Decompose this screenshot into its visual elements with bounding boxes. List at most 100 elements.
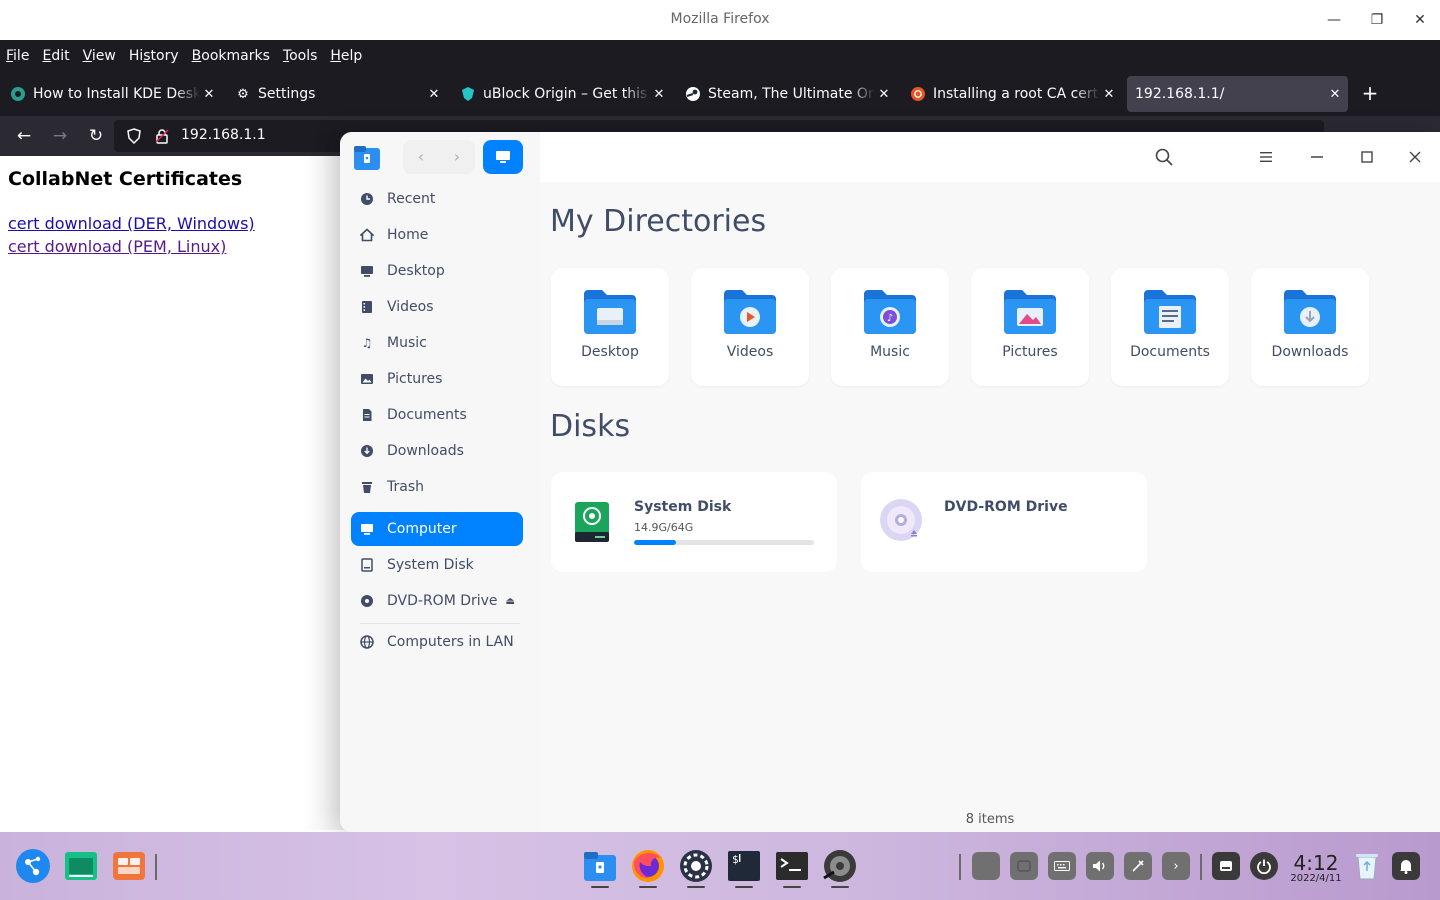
keyboard-icon[interactable] bbox=[1048, 852, 1076, 880]
firefox-titlebar: Mozilla Firefox — ❐ ✕ bbox=[0, 0, 1440, 40]
directory-downloads[interactable]: Downloads bbox=[1251, 268, 1369, 386]
minimize-icon[interactable]: — bbox=[1322, 8, 1346, 32]
section-title-disks: Disks bbox=[550, 409, 631, 444]
sidebar-item-dvd-rom[interactable]: DVD-ROM Drive ⏏ bbox=[351, 584, 523, 618]
console-taskbar-icon[interactable] bbox=[774, 848, 810, 884]
sidebar-item-computer[interactable]: Computer bbox=[351, 512, 523, 546]
tab-close-icon[interactable]: ✕ bbox=[200, 87, 218, 102]
directory-desktop[interactable]: Desktop bbox=[551, 268, 669, 386]
running-indicator bbox=[591, 886, 609, 888]
menu-edit[interactable]: Edit bbox=[42, 48, 69, 64]
disk-card-system[interactable]: System Disk 14.9G/64G bbox=[551, 472, 837, 572]
directory-pictures[interactable]: Pictures bbox=[971, 268, 1089, 386]
directory-videos[interactable]: Videos bbox=[691, 268, 809, 386]
trash-icon bbox=[359, 479, 375, 495]
url-text[interactable]: 192.168.1.1 bbox=[181, 127, 266, 143]
back-icon[interactable]: ← bbox=[12, 124, 36, 148]
restore-icon[interactable]: ❐ bbox=[1365, 8, 1389, 32]
disk-usage-bar bbox=[634, 540, 814, 545]
directory-music[interactable]: ♪ Music bbox=[831, 268, 949, 386]
tab-steam[interactable]: Steam, The Ultimate Online Game Platform… bbox=[675, 76, 897, 112]
clock-time[interactable]: 4:12 bbox=[1290, 851, 1342, 875]
running-indicator bbox=[783, 886, 801, 888]
bell-icon[interactable] bbox=[1392, 852, 1420, 880]
firefox-taskbar-icon[interactable] bbox=[630, 848, 666, 884]
download-icon bbox=[359, 443, 375, 459]
reload-icon[interactable]: ↻ bbox=[84, 124, 108, 148]
close-icon[interactable]: ✕ bbox=[1408, 8, 1432, 32]
file-manager-taskbar-icon[interactable] bbox=[582, 848, 618, 884]
fm-minimize-icon[interactable] bbox=[1305, 145, 1329, 169]
menu-view[interactable]: View bbox=[83, 48, 116, 64]
volume-icon[interactable] bbox=[1086, 852, 1114, 880]
menu-history[interactable]: History bbox=[129, 48, 179, 64]
pictures-folder-icon bbox=[1004, 290, 1056, 334]
music-icon: ♫ bbox=[361, 336, 373, 350]
tab-close-icon[interactable]: ✕ bbox=[1100, 87, 1118, 102]
tab-close-icon[interactable]: ✕ bbox=[1326, 87, 1344, 102]
menu-bookmarks[interactable]: Bookmarks bbox=[192, 48, 270, 64]
menu-tools[interactable]: Tools bbox=[283, 48, 318, 64]
screenshot-tool-icon[interactable] bbox=[1124, 852, 1152, 880]
cert-der-link[interactable]: cert download (DER, Windows) bbox=[8, 214, 255, 233]
settings-taskbar-icon[interactable] bbox=[678, 848, 714, 884]
sidebar-item-home[interactable]: Home bbox=[351, 218, 523, 252]
expand-tray-icon[interactable]: › bbox=[1162, 852, 1190, 880]
computer-view-button[interactable] bbox=[483, 140, 523, 174]
directory-documents[interactable]: Documents bbox=[1111, 268, 1229, 386]
menu-help[interactable]: Help bbox=[330, 48, 362, 64]
clock-date[interactable]: 2022/4/11 bbox=[1288, 873, 1344, 884]
tab-strip: How to Install KDE Desktop ✕ ⚙ Settings … bbox=[0, 72, 1440, 116]
tab-settings[interactable]: ⚙ Settings ✕ bbox=[225, 76, 447, 112]
ublock-icon bbox=[460, 86, 476, 102]
search-icon[interactable] bbox=[1152, 145, 1176, 169]
power-icon[interactable] bbox=[1250, 852, 1278, 880]
tab-kde[interactable]: How to Install KDE Desktop ✕ bbox=[0, 76, 222, 112]
lock-insecure-icon[interactable] bbox=[154, 128, 170, 144]
tab-ublock[interactable]: uBlock Origin – Get this Extension ✕ bbox=[450, 76, 672, 112]
tab-router[interactable]: 192.168.1.1/ ✕ bbox=[1127, 76, 1348, 112]
disk-card-dvd[interactable]: DVD-ROM Drive bbox=[861, 472, 1147, 572]
video-icon bbox=[359, 299, 375, 315]
launcher-icon[interactable] bbox=[15, 848, 51, 884]
sidebar-item-desktop[interactable]: Desktop bbox=[351, 254, 523, 288]
sidebar-item-videos[interactable]: Videos bbox=[351, 290, 523, 324]
tab-close-icon[interactable]: ✕ bbox=[425, 87, 443, 102]
picture-icon bbox=[359, 371, 375, 387]
taskbar-divider bbox=[959, 854, 961, 880]
network-icon bbox=[359, 634, 375, 650]
sidebar-item-trash[interactable]: Trash bbox=[351, 470, 523, 504]
disk-utility-taskbar-icon[interactable] bbox=[822, 848, 858, 884]
trash-taskbar-icon[interactable] bbox=[1352, 848, 1382, 884]
fm-header bbox=[540, 132, 1440, 182]
menu-icon[interactable] bbox=[1254, 145, 1278, 169]
notification-center-icon[interactable] bbox=[1212, 852, 1240, 880]
sidebar-item-system-disk[interactable]: System Disk bbox=[351, 548, 523, 582]
tray-window-icon[interactable] bbox=[1010, 852, 1038, 880]
multitask-view-icon[interactable] bbox=[63, 848, 99, 884]
sidebar-item-downloads[interactable]: Downloads bbox=[351, 434, 523, 468]
fm-forward-icon[interactable]: › bbox=[439, 140, 475, 174]
sidebar-item-documents[interactable]: Documents bbox=[351, 398, 523, 432]
cert-pem-link[interactable]: cert download (PEM, Linux) bbox=[8, 237, 226, 256]
menu-file[interactable]: File bbox=[6, 48, 29, 64]
fm-back-icon[interactable]: ‹ bbox=[403, 140, 439, 174]
new-tab-button[interactable]: + bbox=[1358, 82, 1382, 106]
eject-icon[interactable]: ⏏ bbox=[506, 596, 515, 607]
shield-icon[interactable] bbox=[126, 128, 142, 145]
tray-app-icon[interactable] bbox=[972, 852, 1000, 880]
terminal-taskbar-icon[interactable]: $ bbox=[726, 848, 762, 884]
sidebar-item-computers-in-lan[interactable]: Computers in LAN bbox=[351, 625, 523, 659]
forward-icon[interactable]: → bbox=[48, 124, 72, 148]
fm-close-icon[interactable] bbox=[1403, 145, 1427, 169]
tab-close-icon[interactable]: ✕ bbox=[875, 87, 893, 102]
tab-close-icon[interactable]: ✕ bbox=[650, 87, 668, 102]
fm-maximize-icon[interactable] bbox=[1355, 145, 1379, 169]
sidebar-item-pictures[interactable]: Pictures bbox=[351, 362, 523, 396]
sidebar-item-music[interactable]: ♫ Music bbox=[351, 326, 523, 360]
sidebar-item-recent[interactable]: Recent bbox=[351, 182, 523, 216]
tab-root-ca[interactable]: Installing a root CA certificate ✕ bbox=[900, 76, 1122, 112]
show-desktop-icon[interactable] bbox=[111, 848, 147, 884]
document-icon bbox=[359, 407, 375, 423]
desktop-icon bbox=[359, 263, 375, 279]
